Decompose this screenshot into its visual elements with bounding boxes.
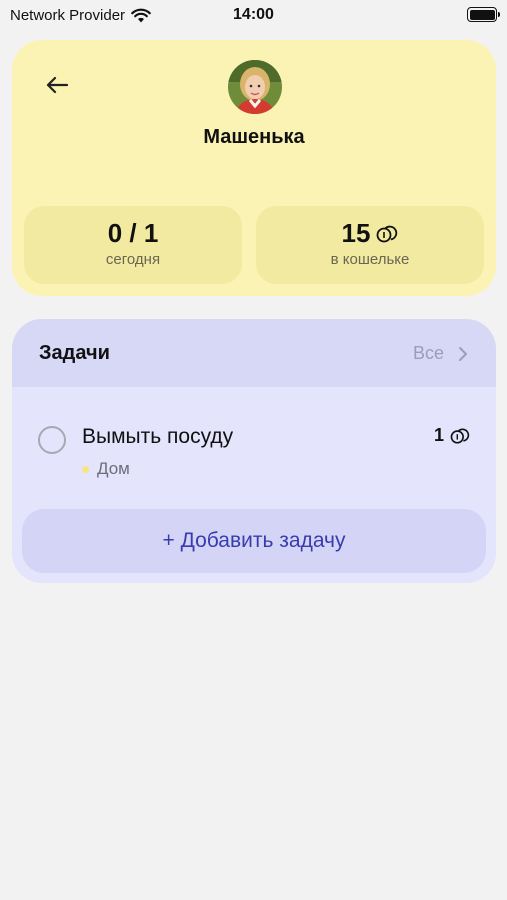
- tasks-header: Задачи Все: [12, 319, 496, 387]
- back-arrow-icon: [46, 76, 68, 94]
- task-reward: 1: [434, 425, 470, 446]
- task-checkbox[interactable]: [38, 426, 66, 454]
- task-title: Вымыть посуду: [82, 425, 234, 448]
- chevron-right-icon: [459, 346, 467, 361]
- add-task-button[interactable]: + Добавить задачу: [22, 509, 486, 573]
- profile-name: Машенька: [203, 126, 305, 148]
- task-category: Дом: [82, 459, 130, 479]
- battery-icon: [467, 7, 500, 22]
- profile-card: Машенька 0 / 1 сегодня 15 в кошельке: [12, 40, 496, 296]
- stat-today-label: сегодня: [105, 251, 161, 268]
- stat-wallet[interactable]: 15 в кошельке: [256, 206, 484, 284]
- back-button[interactable]: [42, 70, 72, 100]
- coin-icon: [377, 225, 398, 242]
- category-dot: [82, 465, 89, 473]
- avatar[interactable]: [228, 60, 282, 114]
- tasks-title: Задачи: [39, 342, 110, 364]
- child-photo: [228, 60, 282, 114]
- tasks-card: Задачи Все Вымыть посуду Дом 1 + Добавит…: [12, 319, 496, 583]
- task-item[interactable]: Вымыть посуду Дом 1: [12, 411, 496, 491]
- stat-today: 0 / 1 сегодня: [24, 206, 242, 284]
- stat-wallet-label: в кошельке: [330, 251, 410, 268]
- clock: 14:00: [233, 6, 274, 23]
- stat-wallet-value-row: 15: [256, 218, 484, 249]
- see-all-link[interactable]: Все: [413, 343, 468, 364]
- status-bar: Network Provider 14:00: [0, 0, 507, 32]
- see-all-label: Все: [412, 343, 444, 363]
- stat-wallet-value: 15: [341, 218, 371, 248]
- stat-today-value: 0 / 1: [107, 218, 159, 248]
- coin-icon: [450, 428, 470, 444]
- task-category-label: Дом: [97, 459, 130, 478]
- task-reward-value: 1: [433, 425, 444, 445]
